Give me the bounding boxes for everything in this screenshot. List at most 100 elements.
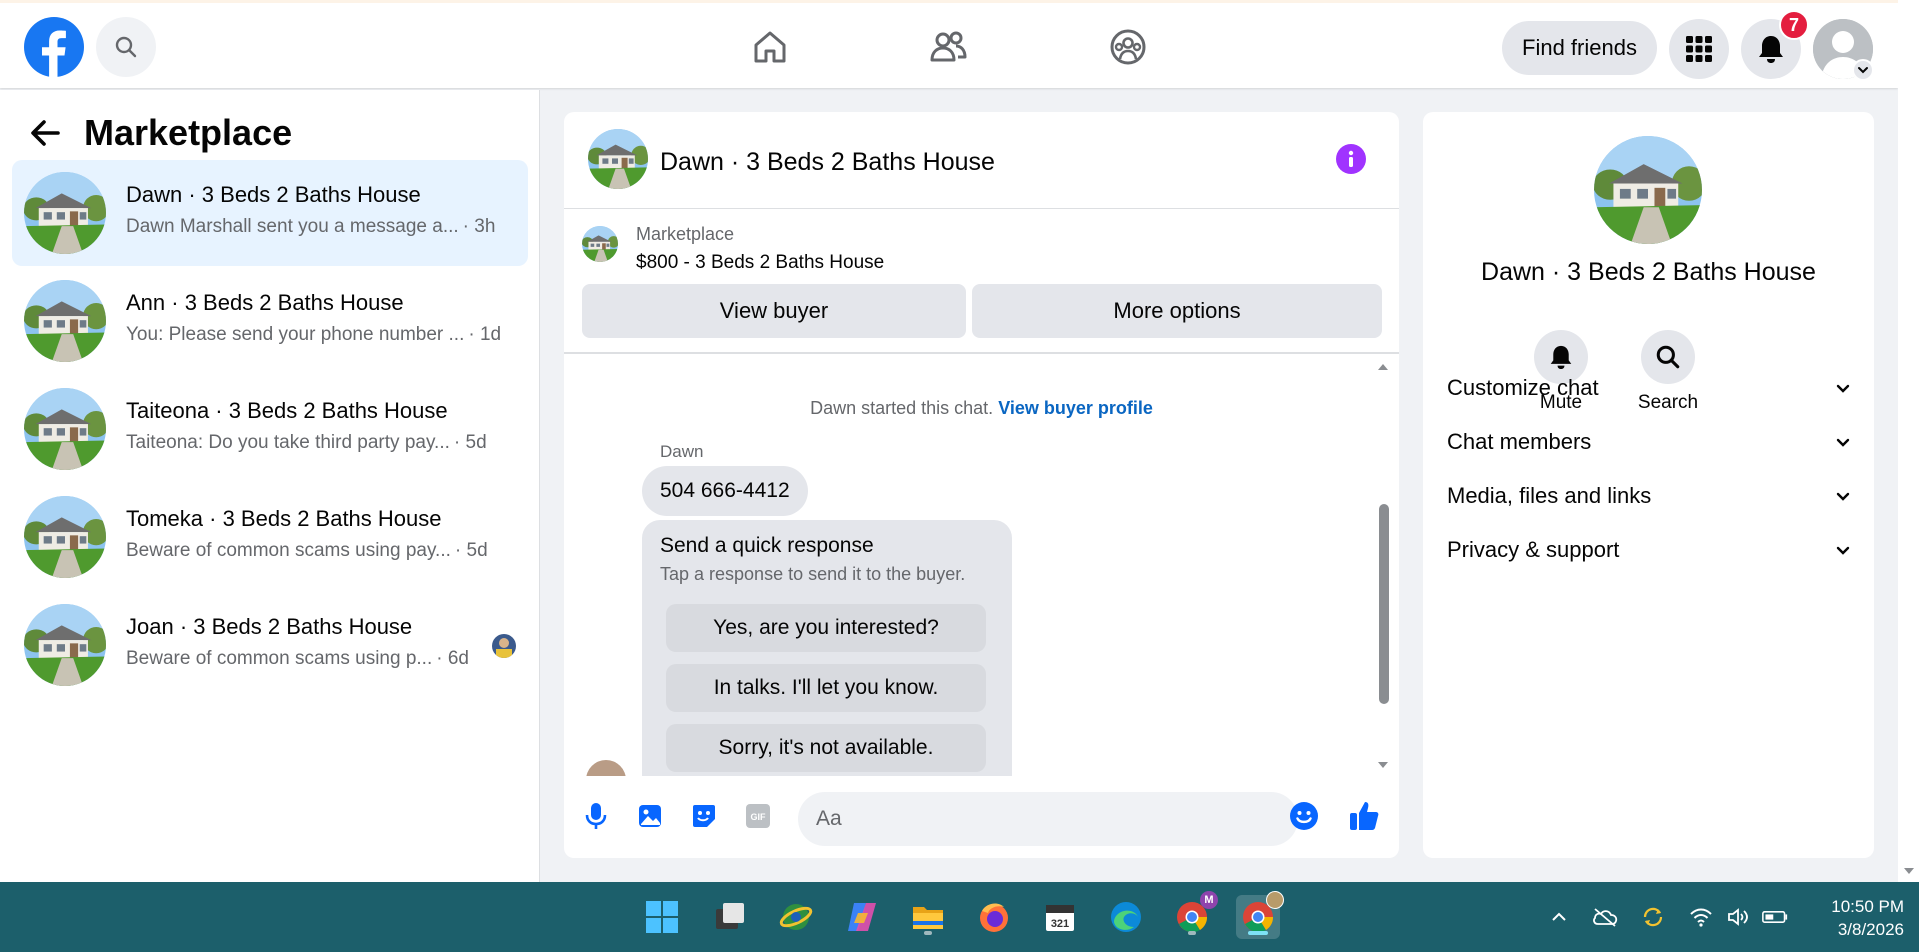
show-hidden-icons-button[interactable] — [1546, 904, 1572, 930]
media-files-links-section[interactable]: Media, files and links — [1447, 471, 1851, 521]
onedrive-status[interactable] — [1592, 904, 1618, 930]
gif-button[interactable]: GIF — [742, 800, 774, 832]
account-menu-chevron[interactable] — [1852, 59, 1874, 81]
chat-header: Dawn · 3 Beds 2 Baths House — [564, 112, 1399, 209]
conversation-time: · 3h — [462, 216, 496, 237]
firefox-icon — [980, 903, 1008, 932]
conversation-title: Ann · 3 Beds 2 Baths House — [126, 290, 404, 315]
message-thread: Dawn started this chat. View buyer profi… — [564, 356, 1399, 776]
listing-thumbnail — [24, 388, 106, 470]
calendar-app-button[interactable]: 321 — [1038, 895, 1082, 939]
cloud-offline-icon — [1593, 908, 1618, 927]
like-send-button[interactable] — [1348, 800, 1380, 832]
scroll-up-arrow-icon[interactable] — [1376, 360, 1390, 374]
marketplace-inbox-sidebar: Marketplace Dawn · 3 Beds 2 Baths House … — [0, 90, 540, 882]
chat-title[interactable]: Dawn · 3 Beds 2 Baths House — [660, 148, 995, 177]
privacy-support-section[interactable]: Privacy & support — [1447, 525, 1851, 575]
seen-by-avatar — [492, 634, 516, 658]
chevron-down-icon — [1836, 492, 1850, 501]
sender-avatar — [586, 760, 626, 776]
marketplace-title: Marketplace — [84, 112, 293, 153]
quick-response-option[interactable]: Yes, are you interested? — [666, 604, 986, 652]
conversation-item[interactable]: Ann · 3 Beds 2 Baths House You: Please s… — [12, 268, 528, 374]
chrome-profile-badge: M — [1200, 891, 1218, 909]
conversation-snippet: Taiteona: Do you take third party pay...… — [126, 432, 487, 454]
clock-time: 10:50 PM — [1831, 897, 1904, 916]
bell-icon — [1759, 36, 1783, 63]
sticker-icon — [693, 805, 715, 827]
facebook-logo[interactable] — [24, 17, 84, 77]
chat-scrollbar-thumb[interactable] — [1379, 504, 1389, 704]
speaker-icon — [1728, 908, 1748, 926]
friends-tab[interactable] — [924, 23, 972, 71]
snippet-text: Beware of common scams using pay... — [126, 540, 451, 561]
battery-status[interactable] — [1762, 904, 1788, 930]
file-explorer-button[interactable] — [906, 895, 950, 939]
battery-icon — [1762, 911, 1788, 923]
conversation-item[interactable]: Tomeka · 3 Beds 2 Baths House Beware of … — [12, 484, 528, 590]
quick-response-option[interactable]: In talks. I'll let you know. — [666, 664, 986, 712]
photo-icon — [639, 805, 661, 827]
chat-thumbnail[interactable] — [588, 129, 648, 189]
notification-count-badge: 7 — [1779, 10, 1809, 40]
active-indicator — [1248, 931, 1268, 935]
back-arrow-icon[interactable] — [28, 116, 62, 150]
section-label: Media, files and links — [1447, 483, 1652, 508]
chrome-profile-button[interactable]: M — [1170, 891, 1218, 939]
view-buyer-profile-link[interactable]: View buyer profile — [998, 398, 1153, 418]
conversation-name: Dawn · 3 Beds 2 Baths House — [1481, 258, 1816, 286]
conversation-item[interactable]: Dawn · 3 Beds 2 Baths House Dawn Marshal… — [12, 160, 528, 266]
menu-grid-icon — [1686, 36, 1712, 62]
find-friends-button[interactable]: Find friends — [1502, 21, 1657, 75]
firefox-button[interactable] — [972, 895, 1016, 939]
customize-chat-section[interactable]: Customize chat — [1447, 363, 1851, 413]
menu-button[interactable] — [1669, 19, 1729, 79]
emoji-icon — [1290, 802, 1318, 830]
system-clock[interactable]: 10:50 PM 3/8/2026 — [1794, 895, 1904, 941]
start-button[interactable] — [640, 895, 684, 939]
attach-photo-button[interactable] — [634, 800, 666, 832]
scroll-down-arrow-icon[interactable] — [1902, 864, 1916, 878]
view-buyer-button[interactable]: View buyer — [582, 284, 966, 338]
copilot-button[interactable] — [840, 895, 884, 939]
conversation-item[interactable]: Taiteona · 3 Beds 2 Baths House Taiteona… — [12, 376, 528, 482]
listing-price[interactable]: $800 - 3 Beds 2 Baths House — [636, 252, 884, 274]
search-icon — [115, 36, 137, 58]
conversation-snippet: Beware of common scams using pay... · 5d — [126, 540, 488, 562]
home-icon — [754, 31, 786, 63]
snippet-text: You: Please send your phone number ... — [126, 324, 465, 345]
conversation-snippet: You: Please send your phone number ... ·… — [126, 324, 501, 346]
quick-response-option[interactable]: Sorry, it's not available. — [666, 724, 986, 772]
calendar-app-icon: 321 — [1046, 905, 1074, 931]
running-indicator — [1188, 931, 1196, 935]
chat-members-section[interactable]: Chat members — [1447, 417, 1851, 467]
task-view-icon — [716, 903, 744, 929]
chevron-up-icon — [1552, 912, 1566, 921]
sticker-button[interactable] — [688, 800, 720, 832]
sync-status[interactable] — [1640, 904, 1666, 930]
edge-icon — [1111, 902, 1141, 932]
groups-tab[interactable] — [1104, 23, 1152, 71]
message-input[interactable] — [798, 792, 1298, 846]
network-status[interactable] — [1688, 904, 1714, 930]
chrome-active-button[interactable] — [1236, 891, 1284, 939]
page-scrollbar[interactable] — [1898, 0, 1919, 882]
task-view-button[interactable] — [708, 895, 752, 939]
globe-app-button[interactable] — [774, 895, 818, 939]
message-bubble[interactable]: 504 666-4412 — [642, 466, 808, 516]
edge-button[interactable] — [1104, 895, 1148, 939]
chat-info-button[interactable] — [1336, 144, 1366, 174]
conversation-snippet: Beware of common scams using p... · 6d — [126, 648, 469, 670]
snippet-text: Beware of common scams using p... — [126, 648, 433, 669]
chevron-down-icon — [1836, 438, 1850, 447]
more-options-button[interactable]: More options — [972, 284, 1382, 338]
search-button[interactable] — [96, 17, 156, 77]
voice-clip-button[interactable] — [580, 800, 612, 832]
volume-control[interactable] — [1726, 904, 1752, 930]
emoji-button[interactable] — [1288, 800, 1320, 832]
scroll-down-arrow-icon[interactable] — [1376, 758, 1390, 772]
home-tab[interactable] — [746, 23, 794, 71]
conversation-title: Taiteona · 3 Beds 2 Baths House — [126, 398, 448, 423]
conversation-time: · 5d — [454, 540, 488, 561]
conversation-item[interactable]: Joan · 3 Beds 2 Baths House Beware of co… — [12, 592, 528, 698]
